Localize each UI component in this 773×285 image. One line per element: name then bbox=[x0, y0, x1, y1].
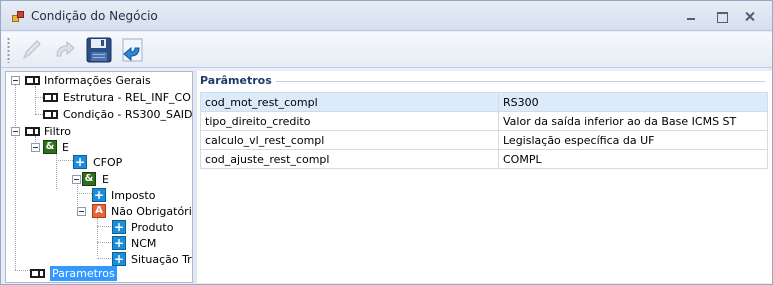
tree-label: Informações Gerais bbox=[44, 74, 151, 87]
parameters-panel: Parâmetros cod_mot_rest_compl RS300 tipo… bbox=[197, 71, 772, 283]
floppy-disk-icon bbox=[86, 37, 112, 63]
window-title: Condição do Negócio bbox=[31, 9, 158, 23]
parameter-value[interactable]: Valor da saída inferior ao da Base ICMS … bbox=[498, 111, 768, 131]
parameters-grid: cod_mot_rest_compl RS300 tipo_direito_cr… bbox=[200, 92, 768, 169]
structure-icon bbox=[25, 76, 40, 85]
tree-node-nao-obrigatorio[interactable]: A Não Obrigatório bbox=[6, 203, 192, 220]
condicao-negocio-window: Condição do Negócio Informações Gerais E… bbox=[0, 0, 773, 285]
plus-icon: + bbox=[112, 220, 126, 234]
plus-icon: + bbox=[92, 188, 106, 202]
tree-node-estrutura[interactable]: Estrutura - REL_INF_CO bbox=[6, 89, 192, 106]
edit-button[interactable] bbox=[15, 34, 47, 66]
minimize-button[interactable] bbox=[683, 10, 699, 23]
undo-button[interactable] bbox=[117, 34, 149, 66]
plus-icon: + bbox=[112, 252, 126, 266]
undo-arrow-icon bbox=[122, 38, 143, 62]
optional-group-icon: A bbox=[92, 204, 106, 218]
tree-label: Imposto bbox=[111, 189, 156, 202]
plus-icon: + bbox=[112, 236, 126, 250]
tree-node-parametros[interactable]: Parametros bbox=[6, 265, 192, 282]
tree-node-ncm[interactable]: + NCM bbox=[6, 235, 192, 252]
plus-icon: + bbox=[73, 155, 87, 169]
tree-label: E bbox=[62, 141, 69, 154]
title-bar: Condição do Negócio bbox=[1, 1, 772, 31]
structure-icon bbox=[43, 110, 58, 119]
collapse-icon[interactable] bbox=[11, 76, 20, 85]
tree-label: Produto bbox=[131, 221, 174, 234]
tree-label: Estrutura - REL_INF_CO bbox=[63, 91, 191, 104]
tree-node-informacoes-gerais[interactable]: Informações Gerais bbox=[6, 72, 192, 89]
parameter-key[interactable]: calculo_vl_rest_compl bbox=[200, 130, 499, 150]
toolbar-grip[interactable] bbox=[7, 37, 10, 63]
table-row[interactable]: calculo_vl_rest_compl Legislação específ… bbox=[200, 130, 768, 150]
table-row[interactable]: tipo_direito_credito Valor da saída infe… bbox=[200, 111, 768, 131]
redo-arrow-icon bbox=[56, 40, 75, 57]
collapse-icon[interactable] bbox=[77, 207, 86, 216]
tree-node-imposto[interactable]: + Imposto bbox=[6, 187, 192, 204]
tree-node-filtro[interactable]: Filtro bbox=[6, 123, 192, 140]
parameter-value[interactable]: Legislação específica da UF bbox=[498, 130, 768, 150]
parameter-value[interactable]: COMPL bbox=[498, 149, 768, 169]
and-operator-icon: & bbox=[82, 172, 96, 186]
tree-label: Condição - RS300_SAIDA bbox=[63, 108, 193, 121]
toolbar bbox=[1, 32, 772, 68]
structure-icon bbox=[25, 127, 40, 136]
collapse-icon[interactable] bbox=[31, 143, 40, 152]
parameter-key[interactable]: cod_ajuste_rest_compl bbox=[200, 149, 499, 169]
parameter-key[interactable]: tipo_direito_credito bbox=[200, 111, 499, 131]
table-row[interactable]: cod_ajuste_rest_compl COMPL bbox=[200, 149, 768, 169]
close-button[interactable] bbox=[742, 10, 758, 23]
tree-label: Parametros bbox=[50, 266, 117, 281]
table-row[interactable]: cod_mot_rest_compl RS300 bbox=[200, 92, 768, 112]
parameter-key[interactable]: cod_mot_rest_compl bbox=[200, 92, 499, 112]
tree-node-produto[interactable]: + Produto bbox=[6, 219, 192, 236]
tree-node-condicao[interactable]: Condição - RS300_SAIDA bbox=[6, 106, 192, 123]
tree-label: Não Obrigatório bbox=[111, 205, 193, 218]
tree-label: CFOP bbox=[93, 156, 123, 169]
structure-icon bbox=[30, 269, 45, 278]
and-operator-icon: & bbox=[43, 140, 57, 154]
tree-label: NCM bbox=[131, 237, 157, 250]
maximize-button[interactable] bbox=[714, 10, 730, 23]
structure-icon bbox=[43, 93, 58, 102]
redo-button[interactable] bbox=[49, 34, 81, 66]
tree-node-e-child[interactable]: & E bbox=[6, 171, 192, 188]
group-divider bbox=[265, 81, 765, 82]
pencil-icon bbox=[23, 40, 41, 60]
collapse-icon[interactable] bbox=[72, 175, 81, 184]
navigation-tree: Informações Gerais Estrutura - REL_INF_C… bbox=[5, 71, 193, 283]
tree-label: Filtro bbox=[44, 125, 71, 138]
parameters-title: Parâmetros bbox=[200, 74, 276, 87]
tree-node-cfop[interactable]: + CFOP bbox=[6, 154, 192, 171]
app-icon bbox=[12, 11, 24, 23]
parameter-value[interactable]: RS300 bbox=[498, 92, 768, 112]
save-button[interactable] bbox=[83, 34, 115, 66]
collapse-icon[interactable] bbox=[11, 127, 20, 136]
tree-label: E bbox=[102, 173, 109, 186]
